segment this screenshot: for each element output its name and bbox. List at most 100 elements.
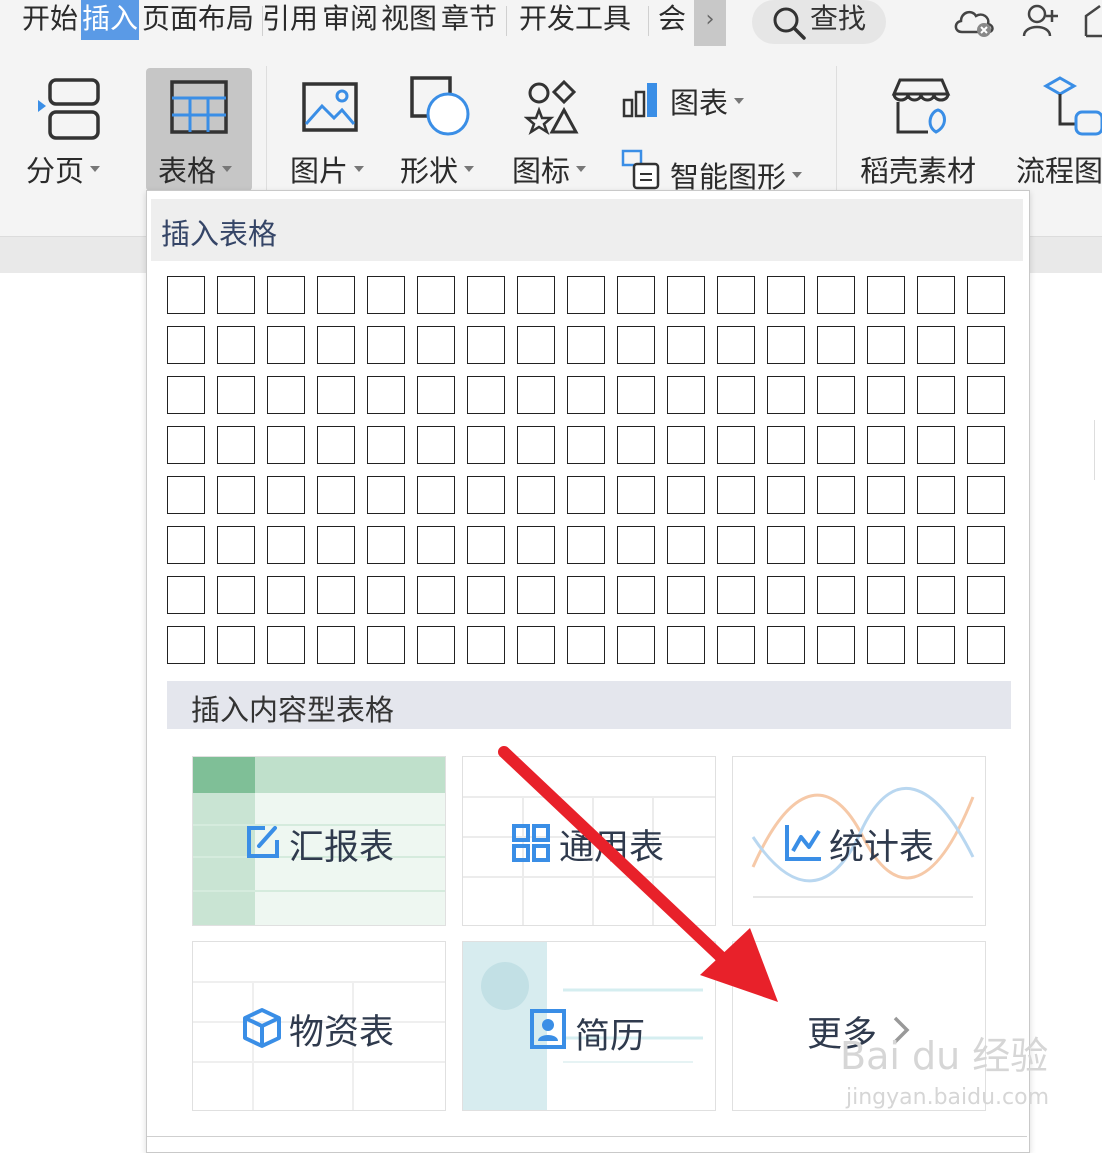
table-grid-cell[interactable] bbox=[867, 426, 905, 464]
add-collaborator-icon[interactable] bbox=[1020, 2, 1062, 42]
table-grid-cell[interactable] bbox=[717, 326, 755, 364]
table-grid-cell[interactable] bbox=[667, 626, 705, 664]
table-grid-cell[interactable] bbox=[517, 376, 555, 414]
table-grid-cell[interactable] bbox=[267, 376, 305, 414]
table-grid-cell[interactable] bbox=[967, 426, 1005, 464]
table-grid-cell[interactable] bbox=[717, 376, 755, 414]
table-grid-cell[interactable] bbox=[767, 376, 805, 414]
template-card-inventory[interactable]: 物资表 bbox=[192, 941, 446, 1111]
table-grid-cell[interactable] bbox=[317, 626, 355, 664]
table-grid-cell[interactable] bbox=[517, 476, 555, 514]
share-icon[interactable] bbox=[1082, 2, 1102, 42]
table-grid-cell[interactable] bbox=[317, 576, 355, 614]
table-grid-cell[interactable] bbox=[467, 476, 505, 514]
table-grid-cell[interactable] bbox=[267, 526, 305, 564]
table-grid-cell[interactable] bbox=[667, 276, 705, 314]
table-grid-cell[interactable] bbox=[317, 276, 355, 314]
table-grid-cell[interactable] bbox=[167, 376, 205, 414]
table-grid-cell[interactable] bbox=[917, 276, 955, 314]
table-grid-cell[interactable] bbox=[617, 476, 655, 514]
table-grid-cell[interactable] bbox=[467, 376, 505, 414]
table-grid-cell[interactable] bbox=[867, 276, 905, 314]
table-grid-cell[interactable] bbox=[767, 326, 805, 364]
table-grid-cell[interactable] bbox=[567, 626, 605, 664]
table-grid-cell[interactable] bbox=[667, 476, 705, 514]
table-grid-cell[interactable] bbox=[717, 276, 755, 314]
search-button[interactable]: 查找 bbox=[752, 0, 886, 44]
tab-developer[interactable]: 开发工具 bbox=[519, 0, 631, 40]
smart-art-button[interactable]: 智能图形 bbox=[620, 146, 820, 196]
tab-sections[interactable]: 章节 bbox=[441, 0, 497, 40]
table-grid-cell[interactable] bbox=[517, 326, 555, 364]
tab-home[interactable]: 开始 bbox=[22, 0, 78, 40]
table-grid-cell[interactable] bbox=[567, 276, 605, 314]
table-grid-cell[interactable] bbox=[517, 576, 555, 614]
table-grid-cell[interactable] bbox=[317, 476, 355, 514]
cloud-sync-icon[interactable] bbox=[952, 2, 998, 42]
tab-member[interactable]: 会 bbox=[658, 0, 686, 40]
table-grid-cell[interactable] bbox=[317, 326, 355, 364]
table-grid-cell[interactable] bbox=[467, 326, 505, 364]
table-grid-cell[interactable] bbox=[167, 576, 205, 614]
table-grid-cell[interactable] bbox=[767, 476, 805, 514]
flowchart-button[interactable]: 流程图 bbox=[1012, 70, 1102, 190]
table-grid-cell[interactable] bbox=[367, 526, 405, 564]
table-grid-cell[interactable] bbox=[367, 276, 405, 314]
table-button[interactable]: 表格 bbox=[146, 70, 252, 190]
table-grid-cell[interactable] bbox=[467, 426, 505, 464]
table-grid-cell[interactable] bbox=[717, 426, 755, 464]
table-grid-cell[interactable] bbox=[567, 376, 605, 414]
table-grid-cell[interactable] bbox=[417, 426, 455, 464]
table-grid-cell[interactable] bbox=[917, 326, 955, 364]
tab-review[interactable]: 审阅 bbox=[322, 0, 378, 40]
table-grid-cell[interactable] bbox=[867, 326, 905, 364]
table-grid-cell[interactable] bbox=[317, 426, 355, 464]
tab-insert[interactable]: 插入 bbox=[81, 0, 140, 40]
table-grid-cell[interactable] bbox=[417, 276, 455, 314]
table-grid-cell[interactable] bbox=[167, 276, 205, 314]
table-grid-cell[interactable] bbox=[417, 376, 455, 414]
table-grid-cell[interactable] bbox=[567, 526, 605, 564]
table-grid-cell[interactable] bbox=[917, 626, 955, 664]
chart-button[interactable]: 图表 bbox=[620, 76, 760, 126]
table-grid-cell[interactable] bbox=[267, 426, 305, 464]
tab-references[interactable]: 引用 bbox=[262, 0, 318, 40]
table-grid-cell[interactable] bbox=[617, 276, 655, 314]
table-grid-cell[interactable] bbox=[467, 626, 505, 664]
page-break-button[interactable]: 分页 bbox=[20, 70, 130, 190]
table-grid-cell[interactable] bbox=[267, 326, 305, 364]
table-grid-cell[interactable] bbox=[817, 576, 855, 614]
table-grid-cell[interactable] bbox=[667, 376, 705, 414]
table-grid-cell[interactable] bbox=[417, 476, 455, 514]
table-grid-cell[interactable] bbox=[867, 376, 905, 414]
table-grid-cell[interactable] bbox=[617, 576, 655, 614]
table-grid-cell[interactable] bbox=[917, 576, 955, 614]
table-grid-cell[interactable] bbox=[517, 526, 555, 564]
table-grid-cell[interactable] bbox=[517, 276, 555, 314]
table-grid-cell[interactable] bbox=[967, 526, 1005, 564]
table-grid-cell[interactable] bbox=[267, 626, 305, 664]
picture-button[interactable]: 图片 bbox=[282, 70, 382, 190]
table-grid-cell[interactable] bbox=[967, 626, 1005, 664]
table-grid-cell[interactable] bbox=[867, 626, 905, 664]
table-grid-cell[interactable] bbox=[967, 276, 1005, 314]
table-grid-cell[interactable] bbox=[467, 276, 505, 314]
table-grid-cell[interactable] bbox=[817, 326, 855, 364]
table-grid-cell[interactable] bbox=[167, 476, 205, 514]
table-grid-cell[interactable] bbox=[667, 326, 705, 364]
table-grid-cell[interactable] bbox=[817, 526, 855, 564]
table-grid-cell[interactable] bbox=[617, 526, 655, 564]
table-grid-cell[interactable] bbox=[767, 576, 805, 614]
table-grid-cell[interactable] bbox=[717, 526, 755, 564]
table-grid-cell[interactable] bbox=[867, 476, 905, 514]
table-grid-cell[interactable] bbox=[567, 426, 605, 464]
table-grid-cell[interactable] bbox=[817, 276, 855, 314]
table-grid-cell[interactable] bbox=[617, 626, 655, 664]
tab-view[interactable]: 视图 bbox=[381, 0, 437, 40]
table-grid-cell[interactable] bbox=[267, 476, 305, 514]
table-grid-cell[interactable] bbox=[317, 376, 355, 414]
table-grid-cell[interactable] bbox=[667, 576, 705, 614]
table-grid-cell[interactable] bbox=[417, 526, 455, 564]
table-grid-cell[interactable] bbox=[217, 476, 255, 514]
table-grid-cell[interactable] bbox=[217, 576, 255, 614]
